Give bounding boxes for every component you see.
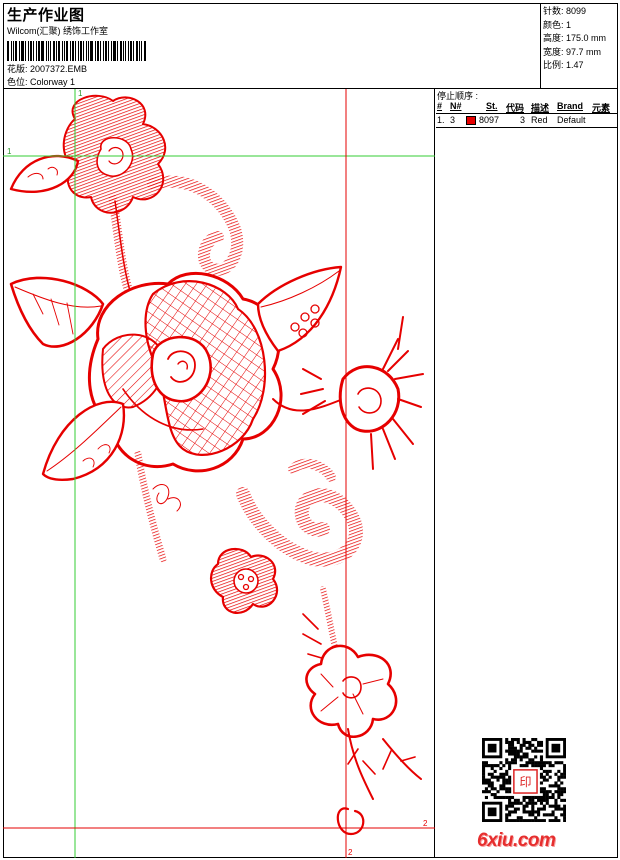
stop-sequence-header: # N# St. 代码 描述 Brand 元素 [436, 101, 618, 114]
spec-height: 高度: 175.0 mm [543, 33, 607, 43]
bottom-spiral [336, 807, 365, 836]
spec-list: 针数: 8099 颜色: 1 高度: 175.0 mm 宽度: 97.7 mm … [540, 4, 618, 88]
spec-stitches: 针数: 8099 [543, 6, 587, 16]
col-needle: N# [450, 101, 462, 111]
embroidery-artwork: 1 1 2 2 [3, 89, 435, 858]
main-rose-center [150, 335, 212, 403]
embroidery-design-area: 1 1 2 2 [3, 89, 435, 858]
bottom-flower [305, 644, 398, 739]
col-description: 描述 [531, 103, 550, 113]
marker-1-left: 1 [7, 147, 12, 156]
site-watermark: 6xiu.com [477, 830, 556, 851]
lower-curl [236, 487, 363, 567]
col-index: # [437, 101, 443, 111]
design-file-label: 花版: 2007372.EMB [7, 64, 88, 74]
marker-1-top: 1 [78, 89, 83, 98]
colorway-label: 色位: Colorway 1 [7, 77, 76, 87]
spec-scale: 比例: 1.47 [543, 60, 584, 70]
stop-sequence-row: 1. 3 8097 3 Red Default [436, 115, 618, 128]
upper-right-leaf [256, 265, 343, 353]
studio-name: Wilcom(汇聚) 绣饰工作室 [7, 26, 108, 36]
svg-text:印: 印 [519, 775, 531, 789]
left-lower-leaf [41, 400, 126, 481]
header-info: 生产作业图 Wilcom(汇聚) 绣饰工作室 花版: 2007372.EMB 色… [4, 4, 539, 88]
spec-width: 宽度: 97.7 mm [543, 46, 602, 57]
right-stem [272, 398, 344, 412]
left-big-leaf [9, 276, 105, 348]
right-bud [338, 365, 401, 433]
top-left-leaf [9, 154, 80, 194]
top-right-curl [147, 175, 244, 276]
col-stitches: St. [486, 101, 498, 111]
col-element: 元素 [592, 103, 611, 113]
left-fringe [134, 450, 167, 563]
col-brand: Brand [557, 101, 584, 111]
marker-2-right: 2 [423, 819, 428, 828]
thread-swatch-icon [466, 116, 476, 126]
marker-2-bottom: 2 [348, 848, 353, 857]
qr-code-icon: 印 [482, 738, 567, 827]
barcode-icon [7, 41, 147, 61]
top-rose-center [96, 136, 134, 178]
spec-colors: 颜色: 1 [543, 19, 572, 30]
document-title: 生产作业图 [7, 7, 85, 24]
col-code: 代码 [506, 103, 525, 113]
